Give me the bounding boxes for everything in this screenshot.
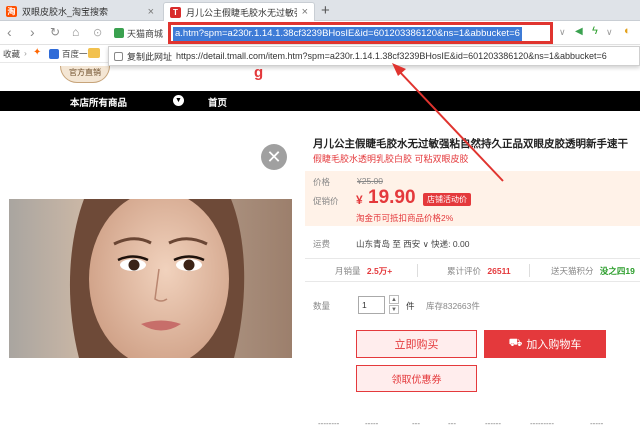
header-banner-glyph: g <box>254 64 264 81</box>
copy-url-value: https://detail.tmall.com/item.htm?spm=a2… <box>176 51 607 61</box>
buy-now-button[interactable]: 立即购买 <box>356 330 477 358</box>
copy-checkbox[interactable] <box>114 51 123 61</box>
decrease-quantity-icon[interactable]: ▼ <box>389 305 399 314</box>
navigation-bar: ‹ › ↻ ⌂ ⊙ 天猫商城 a.htm?spm=a230r.1.14.1.38… <box>0 21 640 45</box>
get-coupon-button[interactable]: 领取优惠券 <box>356 365 477 392</box>
model-face-image <box>9 199 292 358</box>
extension-icon[interactable]: ◀ <box>575 26 583 37</box>
shipping-value[interactable]: 山东青岛 至 西安 ∨ 快递: 0.00 <box>356 238 469 250</box>
monthly-sales: 月销量 2.5万+ <box>335 266 393 276</box>
baidu-icon <box>49 49 59 59</box>
tab-title: 双眼皮胶水_淘宝搜索 <box>22 7 109 17</box>
history-icon[interactable]: ⊙ <box>93 26 102 39</box>
promo-price: 19.90 <box>368 187 416 208</box>
divider <box>417 264 418 277</box>
cart-icon: ⛟ <box>508 337 523 349</box>
shield-icon <box>114 28 124 38</box>
close-tab-icon[interactable]: × <box>148 6 154 18</box>
copy-url-popup[interactable]: 复制此网址 https://detail.tmall.com/item.htm?… <box>108 46 640 66</box>
bottom-tab[interactable]: --- <box>448 419 456 428</box>
close-icon[interactable]: ✕ <box>261 144 287 170</box>
refresh-icon[interactable]: ↻ <box>50 25 60 39</box>
back-icon[interactable]: ‹ <box>7 24 12 40</box>
browser-tab-bar: 淘 双眼皮胶水_淘宝搜索 × T 月儿公主假睫毛胶水无过敏强粘 × + <box>0 0 640 21</box>
tab-tmall-product[interactable]: T 月儿公主假睫毛胶水无过敏强粘 × <box>163 2 315 21</box>
forward-icon[interactable]: › <box>30 24 35 40</box>
quantity-input[interactable] <box>358 296 385 314</box>
bottom-tab[interactable]: --------- <box>530 419 554 428</box>
sales-stats-row: 月销量 2.5万+ 累计评价 26511 送天猫积分 没之四19 <box>305 258 640 282</box>
add-to-cart-button[interactable]: ⛟ 加入购物车 <box>484 330 606 358</box>
tmall-favicon-icon: T <box>170 6 181 18</box>
chevron-down-icon[interactable]: ∨ <box>559 27 566 38</box>
stock-count: 库存832663件 <box>426 301 480 311</box>
caret-down-icon[interactable]: ▼ <box>173 95 184 106</box>
currency-symbol: ¥ <box>356 193 363 207</box>
divider <box>529 264 530 277</box>
bottom-tab[interactable]: ----- <box>365 419 378 428</box>
add-to-cart-label: 加入购物车 <box>526 339 582 351</box>
shop-logo[interactable]: 官方直销 <box>60 66 110 83</box>
bottom-tab[interactable]: ------ <box>485 419 501 428</box>
address-bar[interactable]: a.htm?spm=a230r.1.14.1.38cf3239BHosIE&id… <box>168 22 553 44</box>
tab-title: 月儿公主假睫毛胶水无过敏强粘 <box>186 7 297 18</box>
close-tab-icon[interactable]: × <box>302 6 308 18</box>
tmall-points: 送天猫积分 没之四19 <box>551 266 635 276</box>
tmall-bookmark-chip[interactable]: 天猫商城 <box>114 25 163 41</box>
quantity-unit: 件 <box>406 301 415 311</box>
bottom-tab[interactable]: ----- <box>590 419 603 428</box>
shop-nav-bar: 本店所有商品 ▼ 首页 <box>0 91 640 111</box>
lightning-icon[interactable]: ϟ <box>592 25 598 37</box>
new-tab-button[interactable]: + <box>321 2 330 19</box>
nav-all-products[interactable]: 本店所有商品 <box>70 95 127 109</box>
original-price: ¥25.00 <box>357 176 383 186</box>
product-subtitle: 假睫毛胶水透明乳胶白胶 可粘双眼皮胶 <box>313 154 469 164</box>
folder-icon[interactable] <box>88 48 100 58</box>
promo-price-label: 促销价 <box>313 196 339 206</box>
url-text-selected[interactable]: a.htm?spm=a230r.1.14.1.38cf3239BHosIE&id… <box>173 27 522 41</box>
price-label: 价格 <box>313 177 331 187</box>
shipping-label: 运费 <box>313 239 331 249</box>
promo-badge: 店铺活动价 <box>423 193 471 206</box>
chevron-down-icon[interactable]: ∨ <box>606 27 613 38</box>
copy-url-label: 复制此网址 <box>127 51 173 62</box>
quantity-label: 数量 <box>313 301 331 311</box>
review-count[interactable]: 累计评价 26511 <box>447 265 511 277</box>
tab-taobao-search[interactable]: 淘 双眼皮胶水_淘宝搜索 × <box>0 2 160 21</box>
product-image[interactable] <box>9 199 292 358</box>
bottom-tab[interactable]: --- <box>412 419 420 428</box>
account-icon[interactable]: ◐ <box>624 25 631 37</box>
bottom-tab[interactable]: -------- <box>318 419 339 428</box>
chevron-right-icon[interactable]: › <box>24 48 27 58</box>
bookmarks-label[interactable]: 收藏 <box>3 48 20 60</box>
home-icon[interactable]: ⌂ <box>72 25 79 39</box>
promo-note: 淘金币可抵扣商品价格2% <box>356 213 454 223</box>
star-icon: ✦ <box>33 47 42 58</box>
nav-home[interactable]: 首页 <box>208 95 227 109</box>
taobao-favicon-icon: 淘 <box>6 6 17 17</box>
increase-quantity-icon[interactable]: ▲ <box>389 295 399 304</box>
product-title: 月儿公主假睫毛胶水无过敏强粘自然持久正品双眼皮胶透明新手速干 <box>313 138 628 150</box>
bookmark-chip-label: 天猫商城 <box>127 28 164 39</box>
